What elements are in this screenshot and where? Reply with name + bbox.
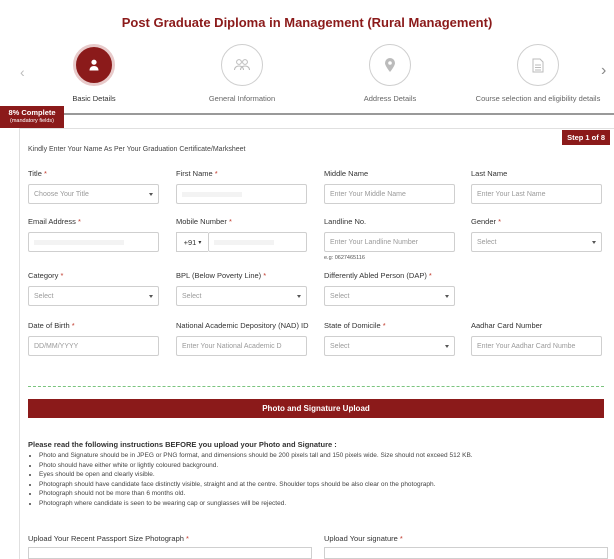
domicile-label: State of Domicile (324, 321, 381, 330)
mobile-input[interactable] (208, 232, 307, 252)
email-input[interactable] (28, 232, 159, 252)
photo-instructions-heading: Please read the following instructions B… (28, 440, 337, 449)
list-item: Photograph should have candidate face di… (39, 480, 609, 490)
dap-label: Differently Abled Person (DAP) (324, 271, 427, 280)
country-code-select[interactable]: +91 ▾ (176, 232, 208, 252)
photo-signature-banner: Photo and Signature Upload (28, 399, 604, 418)
middle-name-field: Middle Name Enter Your Middle Name (324, 169, 455, 204)
first-name-field: First Name * (176, 169, 307, 204)
dap-select[interactable]: Select (324, 286, 455, 306)
dob-label: Date of Birth (28, 321, 70, 330)
email-label: Email Address (28, 217, 76, 226)
gender-field: Gender * Select (471, 217, 602, 252)
domicile-select[interactable]: Select (324, 336, 455, 356)
page-title: Post Graduate Diploma in Management (Rur… (121, 15, 493, 30)
list-item: Photo should have either white or lightl… (39, 461, 609, 471)
last-name-input[interactable]: Enter Your Last Name (471, 184, 602, 204)
step-indicator: Step 1 of 8 (562, 130, 610, 145)
caret-down-icon (297, 294, 301, 298)
nad-input[interactable]: Enter Your National Academic D (176, 336, 307, 356)
step-basic-details[interactable]: Basic Details (19, 44, 169, 103)
category-label: Category (28, 271, 59, 280)
nad-label: National Academic Depository (NAD) ID (176, 321, 309, 330)
users-icon (221, 44, 263, 86)
last-name-field: Last Name Enter Your Last Name (471, 169, 602, 204)
step-course-selection[interactable]: Course selection and eligibility details (463, 44, 613, 103)
section-divider (28, 386, 604, 387)
title-field: Title * Choose Your Title (28, 169, 159, 204)
bpl-field: BPL (Below Poverty Line) * Select (176, 271, 307, 306)
nad-field: National Academic Depository (NAD) ID En… (176, 321, 309, 356)
first-name-input[interactable] (176, 184, 307, 204)
aadhar-label: Aadhar Card Number (471, 321, 543, 330)
progress-sublabel: (mandatory fields) (9, 118, 55, 124)
photo-upload-input[interactable] (28, 547, 312, 559)
upload-photo-label: Upload Your Recent Passport Size Photogr… (28, 534, 184, 543)
chevron-left-icon[interactable]: ‹ (20, 64, 25, 80)
aadhar-field: Aadhar Card Number Enter Your Aadhar Car… (471, 321, 602, 356)
landline-field: Landline No. Enter Your Landline Number … (324, 217, 455, 261)
mobile-label: Mobile Number (176, 217, 227, 226)
photo-instructions-list: Photo and Signature should be in JPEG or… (28, 451, 609, 509)
landline-input[interactable]: Enter Your Landline Number (324, 232, 455, 252)
mobile-field: Mobile Number * +91 ▾ (176, 217, 307, 252)
middle-name-label: Middle Name (324, 169, 369, 178)
dob-field: Date of Birth * DD/MM/YYYY (28, 321, 159, 356)
bpl-select[interactable]: Select (176, 286, 307, 306)
step-label: General Information (208, 94, 276, 103)
title-label: Title (28, 169, 42, 178)
category-select[interactable]: Select (28, 286, 159, 306)
aadhar-input[interactable]: Enter Your Aadhar Card Numbe (471, 336, 602, 356)
bpl-label: BPL (Below Poverty Line) (176, 271, 262, 280)
landline-label: Landline No. (324, 217, 367, 226)
step-label: Basic Details (72, 94, 116, 103)
step-label: Address Details (363, 94, 417, 103)
caret-down-icon (445, 294, 449, 298)
list-item: Eyes should be open and clearly visible. (39, 470, 609, 480)
title-select[interactable]: Choose Your Title (28, 184, 159, 204)
step-address-details[interactable]: Address Details (315, 44, 465, 103)
step-label: Course selection and eligibility details (475, 94, 601, 103)
name-instruction: Kindly Enter Your Name As Per Your Gradu… (28, 146, 246, 153)
progress-line (0, 113, 614, 115)
gender-label: Gender (471, 217, 497, 226)
upload-signature-label: Upload Your signature (324, 534, 398, 543)
location-icon (369, 44, 411, 86)
gender-select[interactable]: Select (471, 232, 602, 252)
caret-down-icon (149, 192, 153, 196)
category-field: Category * Select (28, 271, 159, 306)
landline-hint: e.g: 0627465116 (324, 255, 365, 261)
dap-field: Differently Abled Person (DAP) * Select (324, 271, 455, 306)
caret-down-icon (445, 344, 449, 348)
last-name-label: Last Name (471, 169, 508, 178)
caret-down-icon (592, 240, 596, 244)
email-field: Email Address * (28, 217, 159, 252)
list-item: Photo and Signature should be in JPEG or… (39, 451, 609, 461)
middle-name-input[interactable]: Enter Your Middle Name (324, 184, 455, 204)
user-icon (73, 44, 115, 86)
progress-badge: 8% Complete (mandatory fields) (0, 106, 64, 128)
first-name-label: First Name (176, 169, 213, 178)
progress-label: 8% Complete (8, 108, 56, 117)
signature-upload-input[interactable] (324, 547, 608, 559)
domicile-field: State of Domicile * Select (324, 321, 455, 356)
list-item: Photograph should not be more than 6 mon… (39, 489, 609, 499)
step-wizard: Basic Details General Information Addres… (0, 44, 614, 104)
list-item: Photograph where candidate is seen to be… (39, 499, 609, 509)
step-general-information[interactable]: General Information (167, 44, 317, 103)
caret-down-icon (149, 294, 153, 298)
chevron-right-icon[interactable]: › (601, 62, 606, 80)
dob-input[interactable]: DD/MM/YYYY (28, 336, 159, 356)
document-icon (517, 44, 559, 86)
